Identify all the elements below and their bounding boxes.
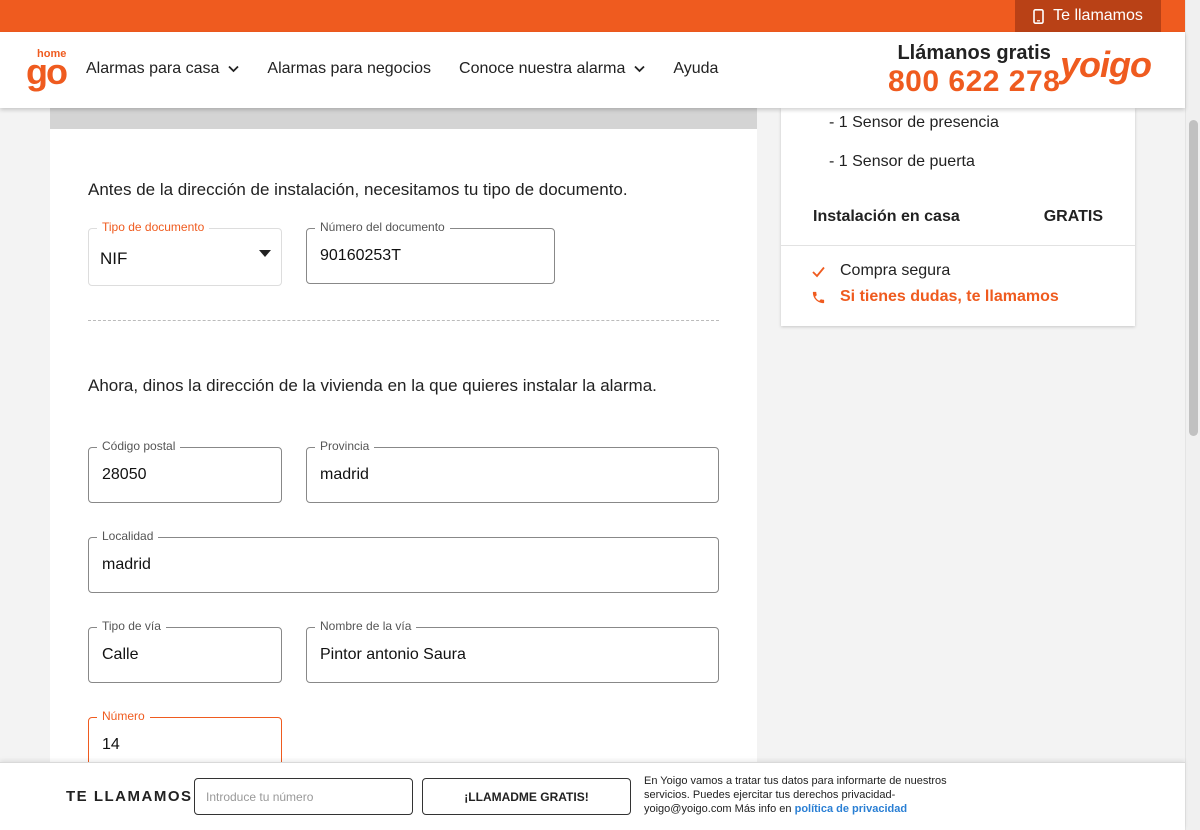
card-top-band	[50, 108, 757, 129]
nav-item-label: Ayuda	[673, 60, 719, 77]
address-intro-text: Ahora, dinos la dirección de la vivienda…	[88, 376, 657, 395]
callback-phone-input[interactable]	[194, 778, 413, 815]
callback-submit-button[interactable]: ¡LLAMADME GRATIS!	[422, 778, 631, 815]
nav-item-label: Conoce nuestra alarma	[459, 60, 626, 77]
nav-item-ayuda[interactable]: Ayuda	[673, 60, 718, 78]
doubts-call-label: Si tienes dudas, te llamamos	[840, 288, 1059, 305]
document-type-value: NIF	[100, 249, 128, 268]
homego-logo[interactable]: home go	[26, 48, 72, 92]
main-header: home go Alarmas para casa Alarmas para n…	[0, 32, 1185, 108]
section-divider	[88, 320, 719, 321]
page-scrollbar[interactable]	[1185, 0, 1200, 830]
yoigo-logo[interactable]: yoigo	[1060, 44, 1152, 86]
chevron-down-icon	[228, 65, 240, 73]
doubts-call-link[interactable]: Si tienes dudas, te llamamos	[811, 288, 1059, 306]
nav-item-label: Alarmas para casa	[86, 60, 220, 77]
document-type-select[interactable]: Tipo de documento NIF	[88, 220, 282, 286]
logo-go-text: go	[26, 51, 68, 92]
free-call-title: Llámanos gratis	[897, 42, 1051, 64]
nav-item-alarmas-casa[interactable]: Alarmas para casa	[86, 60, 240, 78]
main-nav: Alarmas para casa Alarmas para negocios …	[86, 60, 746, 78]
document-intro-text: Antes de la dirección de instalación, ne…	[88, 180, 628, 199]
installation-label: Instalación en casa	[813, 208, 960, 225]
province-field[interactable]: Provincia madrid	[306, 439, 719, 503]
callback-bar: TE LLAMAMOS ¡LLAMADME GRATIS! En Yoigo v…	[0, 762, 1185, 830]
privacy-policy-link[interactable]: política de privacidad	[795, 803, 907, 815]
address-form-card: Antes de la dirección de instalación, ne…	[50, 108, 757, 830]
free-call-number[interactable]: 800 622 278	[888, 64, 1060, 100]
summary-item-door-sensor: - 1 Sensor de puerta	[829, 153, 975, 170]
locality-field[interactable]: Localidad madrid	[88, 529, 719, 593]
free-call-block[interactable]: Llámanos gratis 800 622 278	[888, 42, 1060, 100]
summary-separator	[781, 245, 1135, 246]
province-value: madrid	[320, 466, 369, 483]
order-summary-card: - 1 Sensor de presencia - 1 Sensor de pu…	[781, 108, 1135, 326]
postal-code-value: 28050	[102, 466, 147, 483]
checkmark-icon	[812, 266, 825, 277]
street-type-value: Calle	[102, 646, 139, 663]
installation-price: GRATIS	[1043, 208, 1103, 225]
call-me-top-button[interactable]: Te llamamos	[1015, 0, 1161, 32]
chevron-down-icon	[634, 65, 645, 73]
secure-purchase-row: Compra segura	[811, 262, 950, 280]
caret-down-icon	[259, 250, 271, 257]
street-type-field[interactable]: Tipo de vía Calle	[88, 619, 282, 683]
secure-purchase-label: Compra segura	[840, 262, 951, 279]
locality-value: madrid	[102, 556, 151, 573]
postal-code-field[interactable]: Código postal 28050	[88, 439, 282, 503]
phone-icon	[812, 291, 825, 303]
top-bar: Te llamamos	[0, 0, 1185, 32]
street-name-value: Pintor antonio Saura	[320, 646, 466, 663]
privacy-legal-text: En Yoigo vamos a tratar tus datos para i…	[644, 774, 974, 816]
call-me-top-label: Te llamamos	[1053, 7, 1143, 24]
summary-item-presence-sensor: - 1 Sensor de presencia	[829, 114, 999, 131]
nav-item-conoce-alarma[interactable]: Conoce nuestra alarma	[459, 60, 645, 78]
street-name-field[interactable]: Nombre de la vía Pintor antonio Saura	[306, 619, 719, 683]
nav-item-alarmas-negocios[interactable]: Alarmas para negocios	[267, 60, 431, 78]
document-number-field[interactable]: Número del documento 90160253T	[306, 220, 555, 284]
mobile-phone-icon	[1033, 8, 1044, 24]
scrollbar-thumb[interactable]	[1189, 120, 1198, 436]
document-number-value: 90160253T	[320, 247, 401, 264]
installation-row: Instalación en casa GRATIS	[813, 208, 1103, 226]
callback-title: TE LLAMAMOS	[66, 788, 193, 805]
nav-item-label: Alarmas para negocios	[267, 60, 432, 77]
